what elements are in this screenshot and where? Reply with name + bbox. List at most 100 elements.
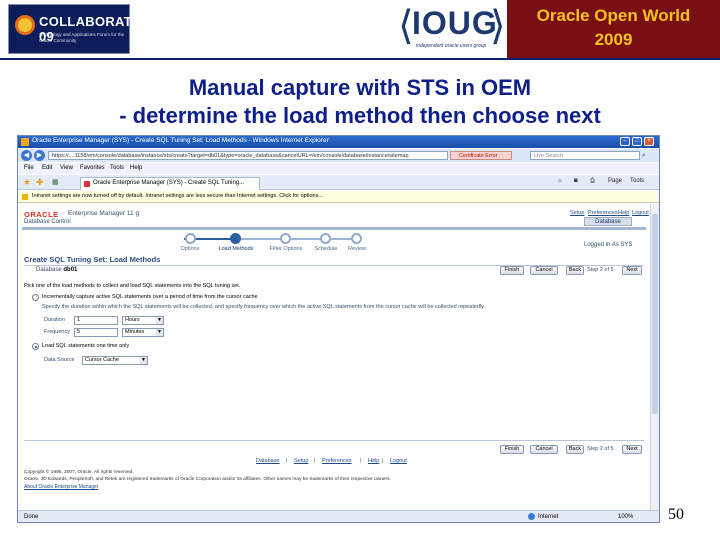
forward-nav-icon[interactable]: ▶ [34, 150, 45, 161]
oracle-logo: ORACLE [24, 210, 59, 219]
step-filter-options-dot[interactable] [280, 233, 291, 244]
footer-separator: | [360, 458, 362, 464]
menu-tools[interactable]: Tools [110, 165, 124, 171]
ioug-logo: ⟨ IOUG ⟩ independent oracle users group [398, 3, 506, 55]
favorites-star-icon[interactable]: ★ [23, 177, 31, 187]
maximize-button[interactable]: □ [632, 137, 642, 146]
data-source-select[interactable]: Cursor Cache ▼ [82, 356, 148, 365]
load-one-time-label: Load SQL statements one time only [42, 343, 130, 349]
copyright-line-1: Copyright © 1996, 2007, Oracle. All righ… [24, 470, 134, 475]
search-icon[interactable]: ⌕ [642, 151, 652, 160]
step-review-dot[interactable] [351, 233, 362, 244]
collaborate-logo: COLLABORATE 09 Technology and Applicatio… [8, 4, 141, 54]
slide-title-line-1: Manual capture with STS in OEM [188, 75, 532, 100]
step-options-label: Options [180, 246, 200, 252]
footer-link-preferences[interactable]: Preferences [322, 458, 352, 464]
menu-help[interactable]: Help [130, 165, 142, 171]
window-titlebar: Oracle Enterprise Manager (SYS) - Create… [18, 136, 659, 148]
footer-separator: | [314, 458, 316, 464]
logged-in-status: Logged in As SYS [584, 242, 633, 248]
zoom-level[interactable]: 100% [618, 514, 633, 520]
tools-menu[interactable]: Tools [630, 178, 644, 184]
cancel-button-bottom[interactable]: Cancel [530, 445, 558, 454]
top-link-help[interactable]: Help [618, 210, 629, 216]
incremental-capture-radio[interactable] [32, 294, 39, 301]
frequency-input[interactable]: 5 [74, 328, 118, 337]
footer-link-logout[interactable]: Logout [390, 458, 407, 464]
step-indicator-top: Step 2 of 5 [587, 267, 614, 273]
about-em-link[interactable]: About Oracle Enterprise Manager [24, 484, 98, 490]
next-button-top[interactable]: Next [622, 266, 642, 275]
incremental-capture-desc: Specify the duration within which the SQ… [42, 304, 486, 310]
security-zone: Internet [538, 514, 559, 520]
back-button-bottom[interactable]: Back [566, 445, 584, 454]
url-field[interactable]: https://...:1158/em/console/database/ins… [48, 151, 448, 160]
footer-link-database[interactable]: Database [256, 458, 280, 464]
copyright-line-2: Oracle, JD Edwards, PeopleSoft, and Rete… [24, 477, 391, 482]
cancel-button-top[interactable]: Cancel [530, 266, 558, 275]
browser-window: Oracle Enterprise Manager (SYS) - Create… [17, 135, 660, 523]
tab-list-icon[interactable]: ▦ [52, 178, 59, 186]
back-nav-icon[interactable]: ◀ [21, 150, 32, 161]
information-bar-text: Intranet settings are now turned off by … [32, 193, 323, 199]
top-link-preferences[interactable]: Preferences [588, 210, 618, 216]
menu-file[interactable]: File [24, 165, 34, 171]
ioug-tagline: independent oracle users group [416, 43, 487, 49]
back-button-top[interactable]: Back [566, 266, 584, 275]
status-bar: Done Internet 100% [18, 510, 659, 522]
print-icon[interactable]: ⎙ [590, 178, 595, 185]
menu-favorites[interactable]: Favorites [80, 165, 105, 171]
duration-unit-select[interactable]: Hours ▼ [122, 316, 164, 325]
close-button[interactable]: × [644, 137, 654, 146]
next-button-bottom[interactable]: Next [622, 445, 642, 454]
footer-link-help[interactable]: Help [368, 458, 379, 464]
footer-separator: | [286, 458, 288, 464]
frequency-unit-select[interactable]: Minutes ▼ [122, 328, 164, 337]
vertical-scrollbar[interactable] [650, 204, 659, 510]
collaborate-tagline: Technology and Applications Forum for th… [39, 32, 125, 43]
page-menu[interactable]: Page [608, 178, 622, 184]
em-product-name: Enterprise Manager 11 g [68, 210, 140, 217]
footer-divider [24, 440, 644, 441]
em-subproduct: Database Control [24, 219, 71, 225]
database-tab[interactable]: Database [584, 217, 632, 226]
step-indicator-bottom: Step 2 of 5 [587, 446, 614, 452]
scrollbar-thumb[interactable] [652, 214, 658, 414]
home-icon[interactable]: ⌂ [558, 178, 562, 184]
browser-tab[interactable]: Oracle Enterprise Manager (SYS) - Create… [80, 177, 260, 190]
frequency-label: Frequency [44, 329, 70, 335]
footer-separator: | [382, 458, 384, 464]
step-load-methods-label: Load Methods [218, 246, 254, 252]
load-one-time-radio[interactable] [32, 343, 39, 350]
info-shield-icon [22, 194, 28, 200]
step-schedule-dot[interactable] [320, 233, 331, 244]
database-label: Database [36, 267, 62, 273]
browser-tab-title: Oracle Enterprise Manager (SYS) - Create… [93, 180, 245, 186]
feeds-icon[interactable]: ◙ [574, 178, 578, 184]
menu-edit[interactable]: Edit [42, 165, 52, 171]
duration-input[interactable]: 1 [74, 316, 118, 325]
menu-bar: File Edit View Favorites Tools Help [18, 163, 659, 174]
minimize-button[interactable]: – [620, 137, 630, 146]
menu-view[interactable]: View [60, 165, 73, 171]
finish-button-top[interactable]: Finish [500, 266, 524, 275]
information-bar[interactable]: Intranet settings are now turned off by … [18, 191, 659, 203]
internet-zone-icon [528, 513, 535, 520]
finish-button-bottom[interactable]: Finish [500, 445, 524, 454]
step-options-dot[interactable] [185, 233, 196, 244]
page-title: Create SQL Tuning Set: Load Methods [24, 255, 161, 264]
top-link-setup[interactable]: Setup [570, 210, 584, 216]
certificate-error-badge[interactable]: Certificate Error [450, 151, 512, 160]
data-source-label: Data Source [44, 357, 75, 363]
ioug-right-bracket-icon: ⟩ [490, 3, 506, 49]
add-favorites-icon[interactable]: ✚ [36, 177, 44, 187]
frequency-unit-chevron-down-icon: ▼ [156, 329, 163, 336]
status-text: Done [24, 514, 39, 520]
data-source-value: Cursor Cache [85, 357, 119, 363]
footer-link-setup[interactable]: Setup [294, 458, 308, 464]
duration-unit-value: Hours [125, 317, 140, 323]
top-link-logout[interactable]: Logout [632, 210, 649, 216]
database-value[interactable]: db01 [63, 267, 77, 273]
frequency-unit-value: Minutes [125, 329, 145, 335]
search-input[interactable]: Live Search [530, 151, 640, 160]
